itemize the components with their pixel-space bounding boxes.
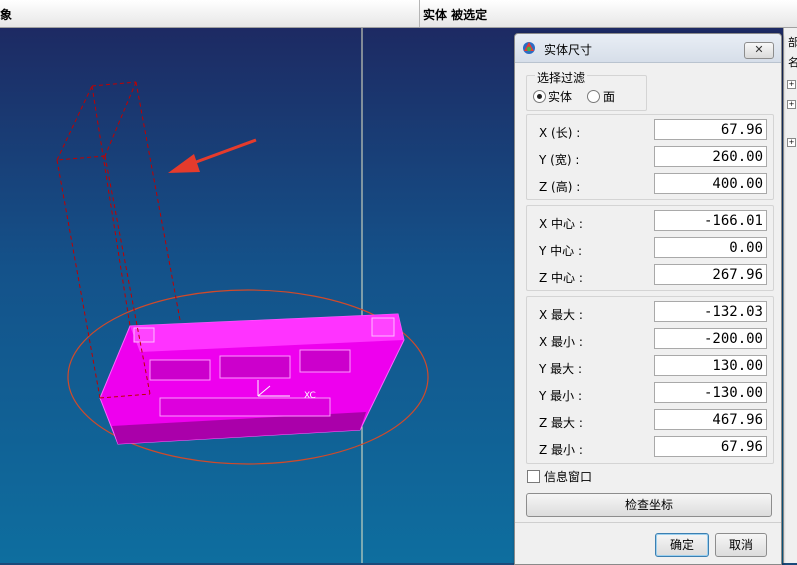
center-group: X 中心 : -166.01 Y 中心 : 0.00 Z 中心 : 267.96 (526, 205, 774, 291)
dim-x-label: X (长) : (539, 126, 581, 140)
info-window-checkbox[interactable] (527, 470, 540, 483)
z-min-label: Z 最小 : (539, 443, 583, 457)
annotation-arrow (168, 138, 257, 173)
solid-dimensions-dialog: 实体尺寸 ✕ 选择过滤 实体 面 X (长) : 67.96 Y (宽) : 2… (514, 33, 782, 565)
z-max-label: Z 最大 : (539, 416, 583, 430)
x-max-field[interactable]: -132.03 (654, 301, 767, 322)
y-min-field[interactable]: -130.00 (654, 382, 767, 403)
selection-status: 实体 被选定 (423, 8, 488, 22)
radio-face-label: 面 (603, 90, 616, 104)
dialog-title: 实体尺寸 (544, 43, 593, 57)
dim-y-label: Y (宽) : (539, 153, 580, 167)
axis-label: XC (304, 391, 316, 401)
selection-filter-group: 选择过滤 实体 面 (526, 69, 647, 111)
app-logo-icon (523, 42, 535, 54)
center-z-field[interactable]: 267.96 (654, 264, 767, 285)
selection-filter-legend: 选择过滤 (535, 69, 588, 86)
top-bar: 象 实体 被选定 (0, 0, 797, 28)
center-x-label: X 中心 : (539, 217, 583, 231)
radio-solid-label: 实体 (548, 90, 573, 104)
close-button[interactable]: ✕ (744, 42, 774, 59)
z-max-field[interactable]: 467.96 (654, 409, 767, 430)
y-max-label: Y 最大 : (539, 362, 583, 376)
y-min-label: Y 最小 : (539, 389, 583, 403)
dim-z-label: Z (高) : (539, 180, 581, 194)
radio-solid[interactable] (533, 90, 546, 103)
y-max-field[interactable]: 130.00 (654, 355, 767, 376)
info-window-label: 信息窗口 (544, 470, 593, 484)
top-bar-separator (419, 0, 420, 27)
check-coordinates-button[interactable]: 检查坐标 (526, 493, 772, 517)
radio-face[interactable] (587, 90, 600, 103)
x-max-label: X 最大 : (539, 308, 583, 322)
expand-toggle[interactable]: + (787, 100, 796, 109)
dialog-titlebar[interactable]: 实体尺寸 ✕ (515, 34, 781, 63)
extents-group: X 最大 : -132.03 X 最小 : -200.00 Y 最大 : 130… (526, 296, 774, 464)
top-bar-left-label: 象 (0, 8, 13, 22)
right-panel-edge: 部 名 + + + (783, 28, 797, 563)
expand-toggle[interactable]: + (787, 138, 796, 147)
center-x-field[interactable]: -166.01 (654, 210, 767, 231)
cancel-button[interactable]: 取消 (715, 533, 767, 557)
ok-button[interactable]: 确定 (655, 533, 709, 557)
expand-toggle[interactable]: + (787, 80, 796, 89)
center-y-label: Y 中心 : (539, 244, 583, 258)
dim-z-field[interactable]: 400.00 (654, 173, 767, 194)
solid-model[interactable] (99, 313, 405, 445)
dimensions-group: X (长) : 67.96 Y (宽) : 260.00 Z (高) : 400… (526, 114, 774, 200)
dim-y-field[interactable]: 260.00 (654, 146, 767, 167)
center-y-field[interactable]: 0.00 (654, 237, 767, 258)
center-z-label: Z 中心 : (539, 271, 583, 285)
x-min-label: X 最小 : (539, 335, 583, 349)
x-min-field[interactable]: -200.00 (654, 328, 767, 349)
dialog-footer-divider (515, 522, 781, 523)
z-min-field[interactable]: 67.96 (654, 436, 767, 457)
right-panel-glyph: 名 (788, 56, 797, 69)
dim-x-field[interactable]: 67.96 (654, 119, 767, 140)
right-panel-label: 部 (788, 36, 797, 49)
